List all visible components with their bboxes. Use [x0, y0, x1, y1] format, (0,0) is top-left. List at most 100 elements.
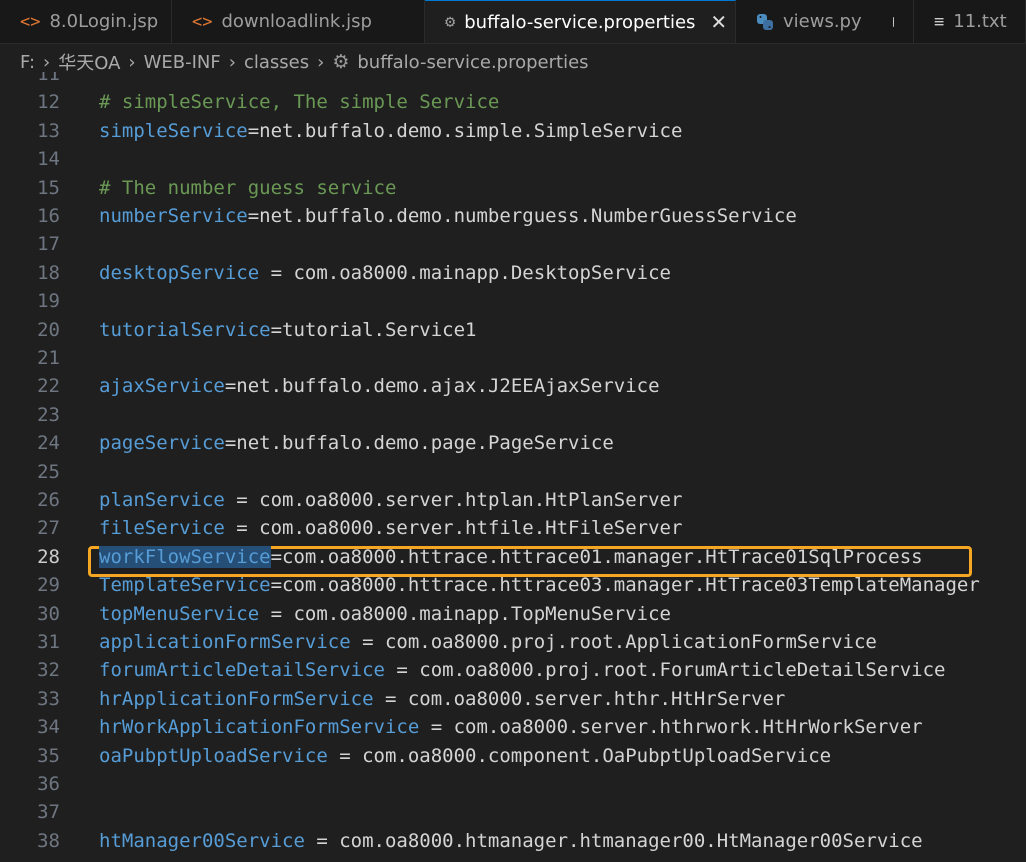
code-text: simpleService=net.buffalo.demo.simple.Si… — [99, 117, 682, 145]
property-value: = com.oa8000.mainapp.DesktopService — [259, 261, 671, 284]
line-number: 14 — [37, 148, 60, 171]
code-line[interactable]: 34 hrWorkApplicationFormService = com.oa8… — [0, 713, 1026, 741]
property-key: workFlowService — [99, 545, 271, 568]
code-line[interactable]: 33 hrApplicationFormService = com.oa8000.… — [0, 685, 1026, 713]
property-value: =net.buffalo.demo.simple.SimpleService — [247, 119, 683, 142]
code-line[interactable]: 30 topMenuService = com.oa8000.mainapp.To… — [0, 600, 1026, 628]
code-line[interactable]: 16 numberService=net.buffalo.demo.numberg… — [0, 202, 1026, 230]
code-line[interactable]: 14 — [0, 145, 1026, 173]
line-number: 18 — [37, 261, 60, 284]
property-value: = com.oa8000.server.htfile.HtFileServer — [224, 517, 683, 540]
property-value: = com.oa8000.mainapp.TopMenuService — [259, 602, 671, 625]
line-number: 38 — [37, 829, 60, 852]
code-line[interactable]: 22 ajaxService=net.buffalo.demo.ajax.J2EE… — [0, 372, 1026, 400]
code-line[interactable]: 15 # The number guess service — [0, 174, 1026, 202]
code-line[interactable]: 20 tutorialService=tutorial.Service1 — [0, 316, 1026, 344]
gear-icon: ⚙ — [332, 51, 350, 73]
code-line[interactable]: 21 — [0, 344, 1026, 372]
code-line[interactable]: 38 htManager00Service = com.oa8000.htmana… — [0, 827, 1026, 855]
property-key: pageService — [99, 432, 225, 455]
property-value: = com.oa8000.server.hthr.HtHrServer — [373, 687, 786, 710]
line-number: 15 — [37, 176, 60, 199]
jsp-file-icon: <> — [20, 11, 41, 32]
property-key: hrApplicationFormService — [99, 687, 374, 710]
property-value: = com.oa8000.server.hthrwork.HtHrWorkSer… — [419, 716, 923, 739]
breadcrumb-item[interactable]: buffalo-service.properties — [357, 52, 588, 73]
line-number: 19 — [37, 290, 60, 313]
line-number: 34 — [37, 716, 60, 739]
code-editor[interactable]: 11 12 # simpleService, The simple Service 1… — [0, 72, 1026, 862]
code-text: applicationFormService = com.oa8000.proj… — [99, 628, 877, 656]
code-text: htManager00Service = com.oa8000.htmanage… — [99, 827, 923, 855]
line-number: 33 — [37, 687, 60, 710]
line-number: 30 — [37, 602, 60, 625]
line-number: 35 — [37, 744, 60, 767]
code-line[interactable]: 27 fileService = com.oa8000.server.htfile… — [0, 514, 1026, 542]
code-line[interactable]: 18 desktopService = com.oa8000.mainapp.De… — [0, 259, 1026, 287]
property-key: applicationFormService — [99, 631, 351, 653]
code-text: ajaxService=net.buffalo.demo.ajax.J2EEAj… — [99, 372, 660, 400]
line-number: 21 — [37, 347, 60, 369]
close-icon[interactable]: ✕ — [710, 10, 727, 34]
code-line[interactable]: 24 pageService=net.buffalo.demo.page.Page… — [0, 429, 1026, 457]
line-number: 16 — [37, 205, 60, 227]
line-number: 20 — [37, 318, 60, 341]
line-number: 29 — [37, 574, 60, 597]
code-text: oaPubptUploadService = com.oa8000.compon… — [99, 742, 831, 770]
code-text: pageService=net.buffalo.demo.page.PageSe… — [99, 429, 614, 457]
property-key: planService — [99, 489, 225, 511]
code-line[interactable]: 23 — [0, 401, 1026, 429]
code-line[interactable]: 32 forumArticleDetailService = com.oa8000… — [0, 656, 1026, 684]
chevron-right-icon: › — [317, 51, 325, 73]
chevron-right-icon: › — [228, 51, 236, 73]
property-value: =com.oa8000.httrace.httrace01.manager.Ht… — [270, 545, 923, 568]
tab-label: buffalo-service.properties — [464, 11, 696, 33]
code-line[interactable]: 37 — [0, 798, 1026, 826]
code-line[interactable]: 11 — [0, 72, 1026, 88]
breadcrumb-item[interactable]: F: — [20, 52, 35, 73]
code-text: desktopService = com.oa8000.mainapp.Desk… — [99, 259, 671, 287]
breadcrumb-item[interactable]: WEB-INF — [144, 52, 221, 73]
property-value: = com.oa8000.server.htplan.HtPlanServer — [224, 489, 683, 511]
tab-views-py[interactable]: views.py — [736, 0, 914, 43]
property-key: oaPubptUploadService — [99, 744, 328, 767]
property-key: forumArticleDetailService — [99, 659, 385, 682]
breadcrumb-item[interactable]: classes — [244, 52, 309, 73]
tab-11-txt[interactable]: ≡ 11.txt — [914, 0, 1026, 43]
code-line[interactable]: 13 simpleService=net.buffalo.demo.simple.… — [0, 117, 1026, 145]
code-line[interactable]: 19 — [0, 287, 1026, 315]
code-line[interactable]: 17 — [0, 230, 1026, 258]
tab-label: views.py — [783, 11, 862, 32]
line-number: 13 — [37, 119, 60, 142]
property-value: = com.oa8000.proj.root.ApplicationFormSe… — [350, 631, 877, 653]
line-number: 36 — [37, 773, 60, 795]
tab-buffalo-service-properties[interactable]: ⚙ buffalo-service.properties ✕ — [425, 0, 736, 43]
property-key: TemplateService — [99, 574, 271, 597]
code-line[interactable]: 35 oaPubptUploadService = com.oa8000.comp… — [0, 742, 1026, 770]
property-value: =tutorial.Service1 — [270, 318, 477, 341]
code-line[interactable]: 26 planService = com.oa8000.server.htplan… — [0, 486, 1026, 514]
code-line[interactable]: 12 # simpleService, The simple Service — [0, 88, 1026, 116]
code-text: tutorialService=tutorial.Service1 — [99, 316, 477, 344]
property-value: =net.buffalo.demo.numberguess.NumberGues… — [247, 205, 797, 227]
code-line[interactable]: 31 applicationFormService = com.oa8000.pr… — [0, 628, 1026, 656]
code-text: planService = com.oa8000.server.htplan.H… — [99, 486, 682, 514]
tab-downloadlink-jsp[interactable]: <> downloadlink.jsp — [172, 0, 425, 43]
chevron-right-icon: › — [128, 51, 136, 73]
line-number: 26 — [37, 489, 60, 511]
property-value: = com.oa8000.component.OaPubptUploadServ… — [327, 744, 832, 767]
code-line[interactable]: 25 — [0, 458, 1026, 486]
property-key: hrWorkApplicationFormService — [99, 716, 420, 739]
code-text: fileService = com.oa8000.server.htfile.H… — [99, 514, 682, 542]
tab-8-0login-jsp[interactable]: <> 8.0Login.jsp — [0, 0, 172, 43]
code-line[interactable]: 29 TemplateService=com.oa8000.httrace.htt… — [0, 571, 1026, 599]
property-value: = com.oa8000.proj.root.ForumArticleDetai… — [384, 659, 946, 682]
line-number: 32 — [37, 659, 60, 682]
line-number: 23 — [37, 403, 60, 426]
code-text: hrApplicationFormService = com.oa8000.se… — [99, 685, 785, 713]
line-number: 27 — [37, 517, 60, 540]
property-value: = com.oa8000.htmanager.htmanager00.HtMan… — [304, 829, 923, 852]
property-key: desktopService — [99, 261, 260, 284]
code-line[interactable]: 36 — [0, 770, 1026, 798]
code-line[interactable]: 28 workFlowService=com.oa8000.httrace.htt… — [0, 543, 1026, 571]
